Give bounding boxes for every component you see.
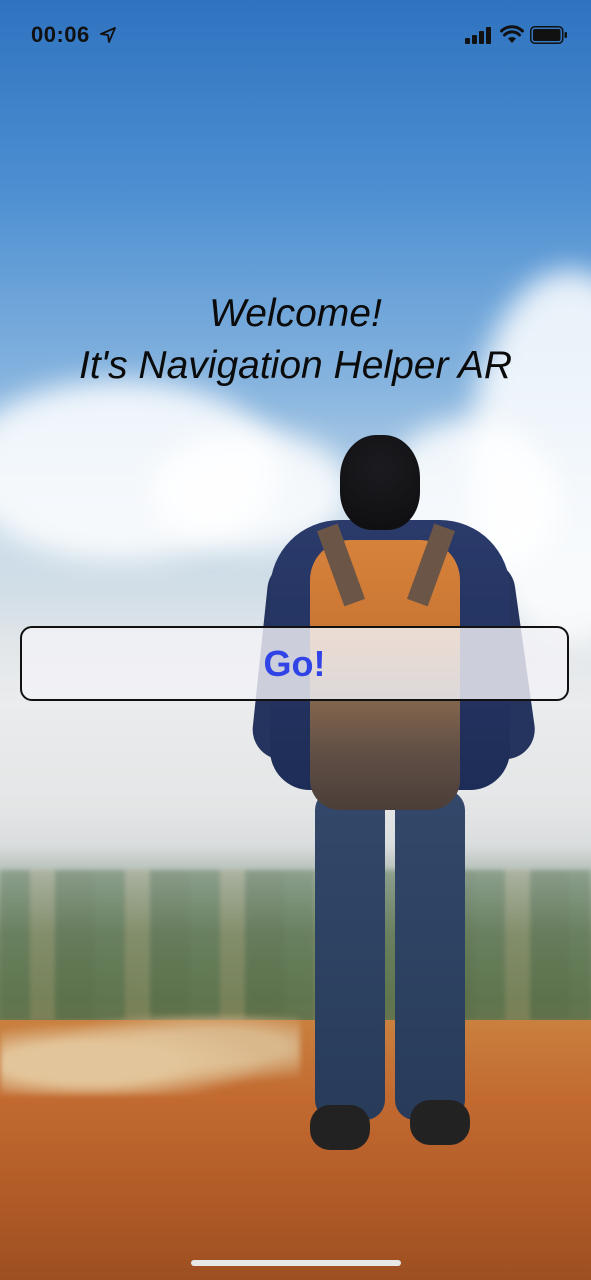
battery-icon bbox=[530, 26, 567, 44]
hiker-figure bbox=[249, 430, 550, 1170]
status-time: 00:06 bbox=[31, 22, 90, 47]
welcome-heading: Welcome! It's Navigation Helper AR bbox=[0, 288, 591, 392]
go-button[interactable]: Go! bbox=[20, 626, 569, 701]
app-name-subtitle: It's Navigation Helper AR bbox=[78, 344, 513, 387]
go-button-label: Go! bbox=[263, 642, 326, 684]
home-indicator[interactable] bbox=[191, 1260, 401, 1266]
status-bar: 00:06 bbox=[0, 0, 591, 70]
welcome-title: Welcome! bbox=[209, 292, 382, 335]
wifi-icon bbox=[500, 25, 524, 43]
cellular-signal-icon bbox=[465, 27, 491, 44]
location-arrow-icon bbox=[100, 27, 116, 43]
